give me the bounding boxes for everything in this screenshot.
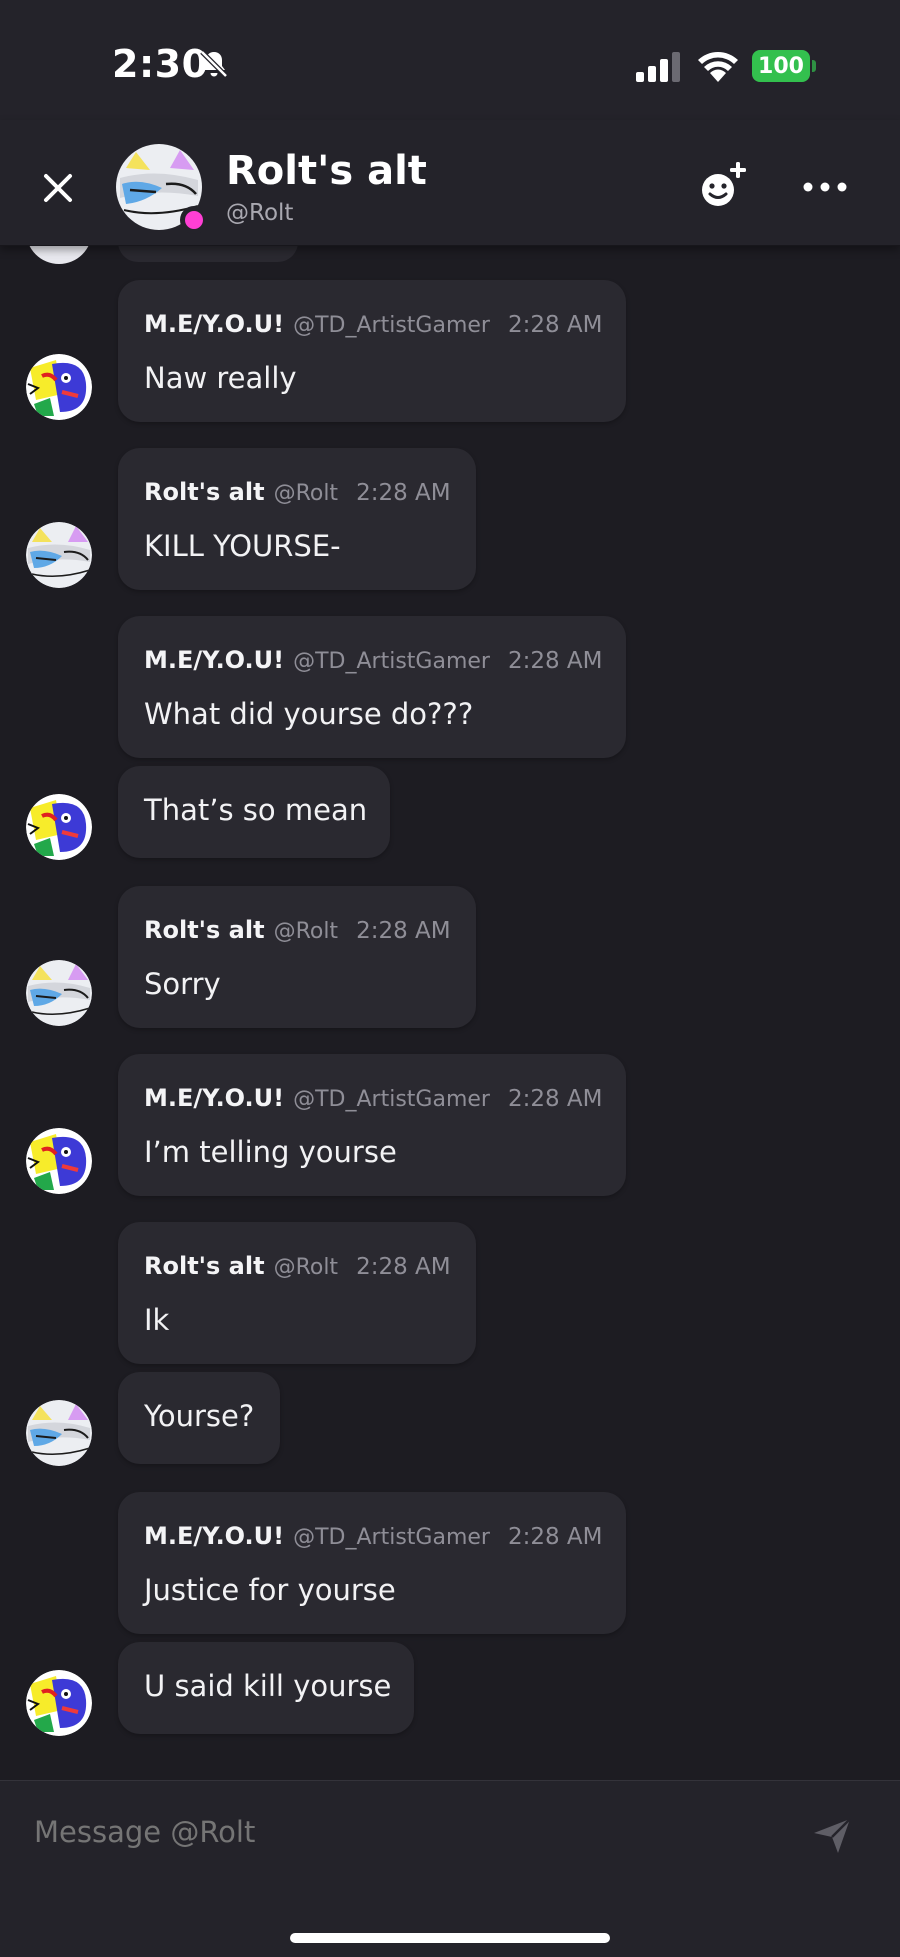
- bell-muted-icon: [200, 50, 228, 78]
- message-text: I’m telling yourse: [144, 1135, 397, 1169]
- message-timestamp: 2:28 AM: [507, 312, 603, 338]
- add-friend-icon[interactable]: [696, 160, 752, 212]
- more-icon[interactable]: [800, 172, 850, 202]
- avatar-rolt[interactable]: [26, 1400, 92, 1466]
- message-handle: @TD_ArtistGamer: [293, 649, 490, 674]
- message-text: Naw really: [144, 361, 297, 395]
- message-meta: M.E/Y.O.U! @TD_ArtistGamer 2:28 AM: [144, 646, 603, 676]
- status-time: 2:30: [112, 42, 209, 86]
- avatar-rolt[interactable]: [26, 522, 92, 588]
- header-handle: @Rolt: [226, 200, 294, 226]
- message-meta: M.E/Y.O.U! @TD_ArtistGamer 2:28 AM: [144, 1522, 603, 1552]
- avatar-rolt[interactable]: [26, 960, 92, 1026]
- message-meta: M.E/Y.O.U! @TD_ArtistGamer 2:28 AM: [144, 310, 603, 340]
- message-bubble[interactable]: M.E/Y.O.U! @TD_ArtistGamer 2:28 AM What did…: [118, 616, 626, 758]
- avatar-meyou[interactable]: [26, 1128, 92, 1194]
- home-indicator: [290, 1933, 610, 1943]
- message-bubble-partial: [118, 246, 298, 262]
- message-timestamp: 2:28 AM: [507, 1086, 603, 1112]
- message-text: Yourse?: [144, 1399, 255, 1433]
- avatar-meyou[interactable]: [26, 1670, 92, 1736]
- avatar-meyou[interactable]: [26, 794, 92, 860]
- message-timestamp: 2:28 AM: [507, 1524, 603, 1550]
- message-text: Justice for yourse: [144, 1573, 396, 1607]
- message-bubble[interactable]: U said kill yourse: [118, 1642, 414, 1734]
- send-icon[interactable]: [812, 1815, 852, 1855]
- status-bar: 2:30 100: [0, 0, 900, 120]
- close-icon[interactable]: [36, 166, 80, 210]
- battery-icon: 100: [752, 50, 816, 82]
- chat-header: Rolt's alt @Rolt: [0, 120, 900, 246]
- message-text: KILL YOURSE-: [144, 529, 341, 563]
- wifi-icon: [698, 52, 738, 82]
- message-timestamp: 2:28 AM: [356, 918, 451, 944]
- message-handle: @TD_ArtistGamer: [293, 313, 490, 338]
- message-bubble[interactable]: Rolt's alt @Rolt 2:28 AM KILL YOURSE-: [118, 448, 476, 590]
- avatar-meyou[interactable]: [26, 354, 92, 420]
- message-input[interactable]: [34, 1809, 794, 1855]
- message-bubble[interactable]: Rolt's alt @Rolt 2:28 AM Sorry: [118, 886, 476, 1028]
- battery-cap: [812, 60, 816, 72]
- message-author[interactable]: Rolt's alt: [144, 1252, 265, 1280]
- message-text: That’s so mean: [144, 793, 368, 827]
- composer: [0, 1780, 900, 1957]
- signal-icon: [636, 52, 680, 82]
- message-handle: @TD_ArtistGamer: [293, 1087, 490, 1112]
- message-text: Ik: [144, 1303, 170, 1337]
- battery-level: 100: [752, 50, 810, 82]
- message-handle: @Rolt: [273, 919, 339, 944]
- message-author[interactable]: Rolt's alt: [144, 916, 265, 944]
- message-list[interactable]: M.E/Y.O.U! @TD_ArtistGamer 2:28 AM Naw real…: [0, 246, 900, 1780]
- message-author[interactable]: M.E/Y.O.U!: [144, 1084, 284, 1112]
- message-bubble[interactable]: M.E/Y.O.U! @TD_ArtistGamer 2:28 AM Justice …: [118, 1492, 626, 1634]
- message-author[interactable]: M.E/Y.O.U!: [144, 1522, 284, 1550]
- message-timestamp: 2:28 AM: [356, 480, 451, 506]
- message-bubble[interactable]: M.E/Y.O.U! @TD_ArtistGamer 2:28 AM I’m tell…: [118, 1054, 626, 1196]
- message-timestamp: 2:28 AM: [356, 1254, 451, 1280]
- message-text: What did yourse do???: [144, 697, 474, 731]
- message-meta: Rolt's alt @Rolt 2:28 AM: [144, 478, 451, 508]
- message-handle: @Rolt: [273, 481, 339, 506]
- message-bubble[interactable]: Yourse?: [118, 1372, 280, 1464]
- page-title: Rolt's alt: [226, 148, 427, 194]
- message-meta: M.E/Y.O.U! @TD_ArtistGamer 2:28 AM: [144, 1084, 603, 1114]
- message-bubble[interactable]: That’s so mean: [118, 766, 390, 858]
- message-meta: Rolt's alt @Rolt 2:28 AM: [144, 916, 451, 946]
- message-handle: @Rolt: [273, 1255, 339, 1280]
- message-meta: Rolt's alt @Rolt 2:28 AM: [144, 1252, 451, 1282]
- message-handle: @TD_ArtistGamer: [293, 1525, 490, 1550]
- message-author[interactable]: M.E/Y.O.U!: [144, 646, 284, 674]
- message-author[interactable]: M.E/Y.O.U!: [144, 310, 284, 338]
- message-author[interactable]: Rolt's alt: [144, 478, 265, 506]
- message-bubble[interactable]: Rolt's alt @Rolt 2:28 AM Ik: [118, 1222, 476, 1364]
- message-text: Sorry: [144, 967, 221, 1001]
- online-status-dot: [180, 206, 208, 234]
- avatar-partial: [26, 246, 92, 264]
- message-text: U said kill yourse: [144, 1669, 392, 1703]
- message-bubble[interactable]: M.E/Y.O.U! @TD_ArtistGamer 2:28 AM Naw real…: [118, 280, 626, 422]
- message-timestamp: 2:28 AM: [507, 648, 603, 674]
